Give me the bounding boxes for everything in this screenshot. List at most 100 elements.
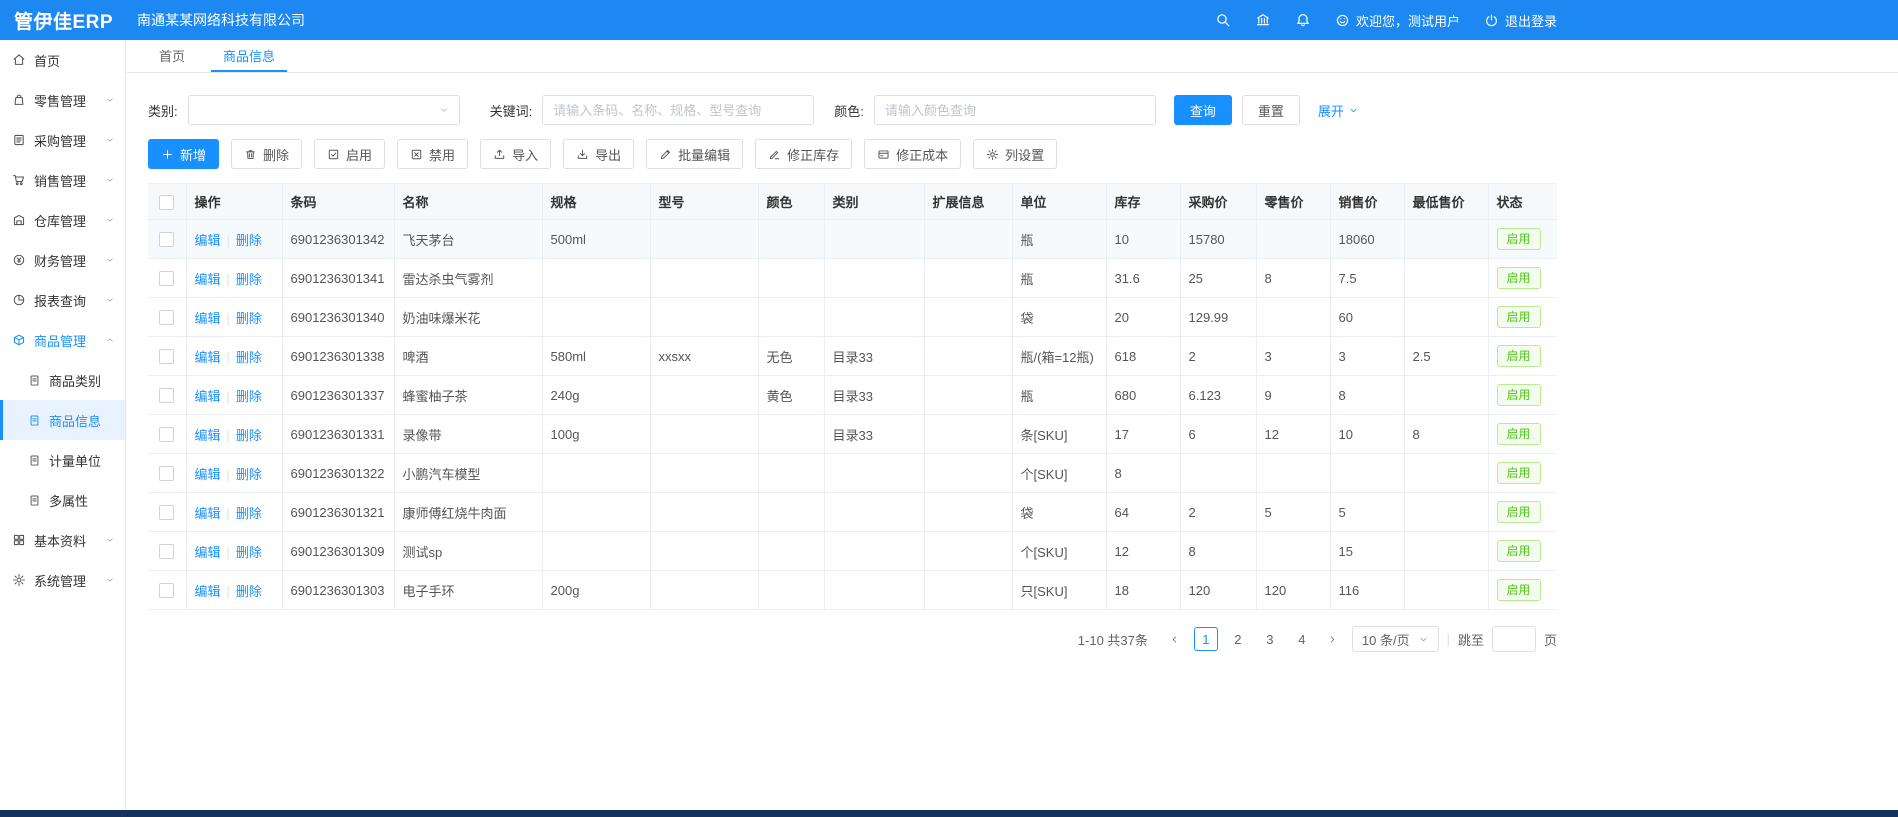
sidebar-item-finance[interactable]: 财务管理 <box>0 240 125 280</box>
delete-link[interactable]: 删除 <box>236 311 262 326</box>
table-cell: 袋 <box>1012 298 1106 337</box>
page-size-value: 10 条/页 <box>1362 630 1410 649</box>
delete-link[interactable]: 删除 <box>236 272 262 287</box>
delete-link[interactable]: 删除 <box>236 233 262 248</box>
sidebar-item-label: 采购管理 <box>34 131 86 150</box>
jump-page-input[interactable] <box>1492 626 1536 652</box>
delete-link[interactable]: 删除 <box>236 545 262 560</box>
table-cell: 8 <box>1106 454 1180 493</box>
delete-link[interactable]: 删除 <box>236 467 262 482</box>
bell-icon[interactable] <box>1295 12 1311 28</box>
delete-link[interactable]: 删除 <box>236 584 262 599</box>
disable-button[interactable]: 禁用 <box>397 139 468 169</box>
bank-icon[interactable] <box>1255 12 1271 28</box>
table-cell: 8 <box>1256 259 1330 298</box>
enable-button[interactable]: 启用 <box>314 139 385 169</box>
page-size-select[interactable]: 10 条/页 <box>1352 626 1439 652</box>
edit-link[interactable]: 编辑 <box>195 350 221 365</box>
edit-link[interactable]: 编辑 <box>195 506 221 521</box>
operations-cell: 编辑|删除 <box>186 493 282 532</box>
select-all-checkbox[interactable] <box>159 195 174 210</box>
coin-icon <box>12 253 26 267</box>
batch-edit-button[interactable]: 批量编辑 <box>646 139 743 169</box>
edit-link[interactable]: 编辑 <box>195 311 221 326</box>
fix-cost-button[interactable]: 修正成本 <box>864 139 961 169</box>
sidebar-item-label: 商品管理 <box>34 331 86 350</box>
edit-link[interactable]: 编辑 <box>195 272 221 287</box>
page-3-button[interactable]: 3 <box>1258 627 1282 651</box>
page-4-button[interactable]: 4 <box>1290 627 1314 651</box>
table-cell <box>1404 532 1488 571</box>
search-button[interactable]: 查询 <box>1174 95 1232 125</box>
table-cell <box>1404 376 1488 415</box>
row-checkbox[interactable] <box>159 271 174 286</box>
row-checkbox[interactable] <box>159 466 174 481</box>
table-cell: 康师傅红烧牛肉面 <box>394 493 542 532</box>
export-button[interactable]: 导出 <box>563 139 634 169</box>
add-button[interactable]: 新增 <box>148 139 219 169</box>
delete-link[interactable]: 删除 <box>236 428 262 443</box>
search-icon[interactable] <box>1215 12 1231 28</box>
page-1-button[interactable]: 1 <box>1194 627 1218 651</box>
sidebar-subitem-multi-attribute[interactable]: 多属性 <box>0 480 125 520</box>
sidebar-subitem-measure-unit[interactable]: 计量单位 <box>0 440 125 480</box>
row-checkbox[interactable] <box>159 427 174 442</box>
chevron-down-icon <box>438 104 450 116</box>
next-page-button[interactable] <box>1322 627 1344 651</box>
expand-link[interactable]: 展开 <box>1318 101 1359 120</box>
status-cell: 启用 <box>1488 454 1557 493</box>
reset-button[interactable]: 重置 <box>1242 95 1300 125</box>
edit-link[interactable]: 编辑 <box>195 233 221 248</box>
chevron-up-icon <box>105 335 115 345</box>
sidebar-item-home[interactable]: 首页 <box>0 40 125 80</box>
row-checkbox[interactable] <box>159 544 174 559</box>
user-welcome[interactable]: 欢迎您，测试用户 <box>1335 11 1460 30</box>
edit-link[interactable]: 编辑 <box>195 428 221 443</box>
edit-link[interactable]: 编辑 <box>195 389 221 404</box>
table-cell: 6 <box>1180 415 1256 454</box>
sidebar-item-retail[interactable]: 零售管理 <box>0 80 125 120</box>
tab-home[interactable]: 首页 <box>147 40 197 72</box>
sidebar-item-basic-data[interactable]: 基本资料 <box>0 520 125 560</box>
edit-link[interactable]: 编辑 <box>195 584 221 599</box>
delete-link[interactable]: 删除 <box>236 389 262 404</box>
sidebar-item-reports[interactable]: 报表查询 <box>0 280 125 320</box>
sidebar-item-sales[interactable]: 销售管理 <box>0 160 125 200</box>
sidebar: 首页零售管理采购管理销售管理仓库管理财务管理报表查询商品管理商品类别商品信息计量… <box>0 40 126 810</box>
sidebar-item-products[interactable]: 商品管理 <box>0 320 125 360</box>
row-checkbox[interactable] <box>159 232 174 247</box>
column-header: 状态 <box>1488 184 1557 220</box>
delete-link[interactable]: 删除 <box>236 506 262 521</box>
row-checkbox[interactable] <box>159 583 174 598</box>
delete-button[interactable]: 删除 <box>231 139 302 169</box>
edit-link[interactable]: 编辑 <box>195 545 221 560</box>
sidebar-item-system[interactable]: 系统管理 <box>0 560 125 600</box>
table-cell <box>924 454 1012 493</box>
category-select[interactable] <box>188 95 460 125</box>
row-checkbox[interactable] <box>159 388 174 403</box>
column-settings-button[interactable]: 列设置 <box>973 139 1057 169</box>
status-badge: 启用 <box>1497 384 1541 406</box>
prev-page-button[interactable] <box>1164 627 1186 651</box>
row-checkbox[interactable] <box>159 310 174 325</box>
table-cell: 6901236301340 <box>282 298 394 337</box>
edit-link[interactable]: 编辑 <box>195 467 221 482</box>
fix-stock-button[interactable]: 修正库存 <box>755 139 852 169</box>
sidebar-subitem-product-info[interactable]: 商品信息 <box>0 400 125 440</box>
table-cell <box>1404 259 1488 298</box>
import-button[interactable]: 导入 <box>480 139 551 169</box>
row-checkbox[interactable] <box>159 349 174 364</box>
status-cell: 启用 <box>1488 532 1557 571</box>
page-2-button[interactable]: 2 <box>1226 627 1250 651</box>
logout-button[interactable]: 退出登录 <box>1484 11 1557 30</box>
sidebar-item-purchase[interactable]: 采购管理 <box>0 120 125 160</box>
color-input[interactable] <box>874 95 1156 125</box>
row-checkbox[interactable] <box>159 505 174 520</box>
chevron-down-icon <box>105 95 115 105</box>
keyword-input[interactable] <box>542 95 814 125</box>
sidebar-item-warehouse[interactable]: 仓库管理 <box>0 200 125 240</box>
table-row: 编辑|删除6901236301342飞天茅台500ml瓶101578018060… <box>148 220 1557 259</box>
sidebar-subitem-product-category[interactable]: 商品类别 <box>0 360 125 400</box>
tab-product-info[interactable]: 商品信息 <box>211 40 287 72</box>
delete-link[interactable]: 删除 <box>236 350 262 365</box>
